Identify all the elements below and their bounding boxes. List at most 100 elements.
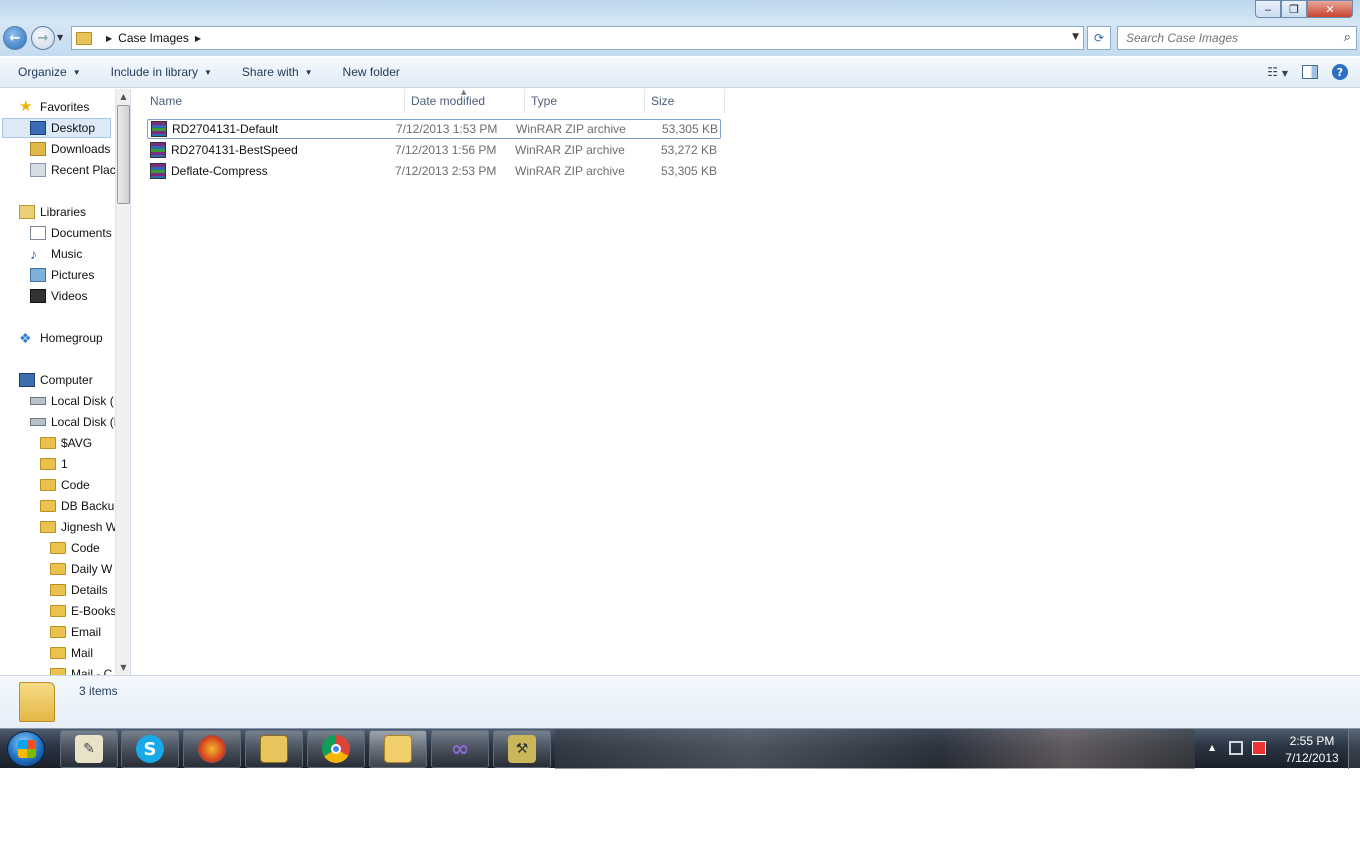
sidebar-subfolder[interactable]: Daily W <box>50 559 112 579</box>
taskbar-explorer[interactable] <box>369 730 427 768</box>
taskbar-sql-tool[interactable]: ⚒ <box>493 730 551 768</box>
organize-button[interactable]: Organize ▼ <box>0 65 93 79</box>
windows-logo-icon <box>18 740 36 758</box>
sql-tool-icon: ⚒ <box>508 735 536 763</box>
maximize-button[interactable]: ❐ <box>1281 0 1307 18</box>
sidebar-folder[interactable]: Code <box>40 475 90 495</box>
file-row[interactable]: RD2704131-BestSpeed 7/12/2013 1:56 PM Wi… <box>147 140 721 160</box>
address-bar[interactable]: ▶ Case Images ▶ ▼ <box>71 26 1084 50</box>
sidebar-folder[interactable]: Jignesh W <box>40 517 117 537</box>
start-button[interactable] <box>7 731 45 767</box>
sidebar-subfolder[interactable]: Details <box>50 580 108 600</box>
file-date: 7/12/2013 1:53 PM <box>396 122 498 136</box>
folder-icon <box>50 542 66 554</box>
sidebar-subfolder[interactable]: E-Books <box>50 601 116 621</box>
search-box[interactable]: ⌕ <box>1117 26 1357 50</box>
outlook-icon <box>260 735 288 763</box>
column-header-type[interactable]: Type <box>525 89 645 113</box>
taskbar-notepad[interactable]: ✎ <box>60 730 118 768</box>
share-with-label: Share with <box>241 65 299 79</box>
search-icon[interactable]: ⌕ <box>1344 30 1351 45</box>
sidebar-subfolder[interactable]: Code <box>50 538 100 558</box>
search-input[interactable] <box>1126 31 1326 45</box>
sidebar-item-homegroup[interactable]: ❖ Homegroup <box>19 328 103 348</box>
forward-button[interactable]: → <box>31 26 55 50</box>
documents-icon <box>30 226 46 240</box>
sidebar-item-label: Jignesh W <box>61 520 118 534</box>
sidebar-item-recent-places[interactable]: Recent Plac <box>30 160 116 180</box>
sidebar-item-label: Libraries <box>40 205 87 219</box>
close-button[interactable]: ✕ <box>1307 0 1353 18</box>
folder-icon <box>50 647 66 659</box>
breadcrumb-separator-icon[interactable]: ▶ <box>195 34 201 43</box>
sidebar-item-label: 1 <box>61 457 68 471</box>
file-row[interactable]: RD2704131-Default 7/12/2013 1:53 PM WinR… <box>147 119 721 139</box>
sidebar-item-documents[interactable]: Documents <box>30 223 112 243</box>
folder-icon <box>50 626 66 638</box>
sidebar-item-pictures[interactable]: Pictures <box>30 265 94 285</box>
sidebar-item-local-disk-d[interactable]: Local Disk (I <box>30 412 117 432</box>
help-icon: ? <box>1336 65 1344 79</box>
scroll-down-icon[interactable]: ▼ <box>116 660 130 675</box>
taskbar-chrome[interactable] <box>307 730 365 768</box>
taskbar-outlook[interactable] <box>245 730 303 768</box>
recent-pages-dropdown[interactable]: ▼ <box>57 33 63 42</box>
item-count: 3 items <box>79 684 118 698</box>
column-header-name[interactable]: Name <box>144 89 405 113</box>
libraries-icon <box>19 205 35 219</box>
sidebar-folder[interactable]: 1 <box>40 454 68 474</box>
column-header-size[interactable]: Size <box>645 89 725 113</box>
sidebar-folder[interactable]: $AVG <box>40 433 92 453</box>
network-icon[interactable] <box>1229 741 1243 755</box>
show-desktop-button[interactable] <box>1348 729 1360 769</box>
refresh-button[interactable]: ⟳ <box>1087 26 1111 50</box>
clock[interactable]: 2:55 PM 7/12/2013 <box>1277 733 1347 767</box>
breadcrumb-separator-icon[interactable]: ▶ <box>106 34 112 43</box>
taskbar-visual-studio[interactable]: ∞ <box>431 730 489 768</box>
sidebar-folder[interactable]: DB Backu <box>40 496 114 516</box>
sidebar-item-local-disk-c[interactable]: Local Disk ( <box>30 391 114 411</box>
change-view-button[interactable]: ☷ ▼ <box>1267 65 1288 79</box>
column-header-date-modified[interactable]: Date modified <box>405 89 525 113</box>
include-in-library-button[interactable]: Include in library ▼ <box>93 65 224 79</box>
sidebar-item-music[interactable]: ♪ Music <box>30 244 82 264</box>
pictures-icon <box>30 268 46 282</box>
preview-pane-button[interactable] <box>1302 65 1318 79</box>
sidebar-item-label: Documents <box>51 226 112 240</box>
chevron-down-icon: ▼ <box>304 67 313 77</box>
file-row[interactable]: Deflate-Compress 7/12/2013 2:53 PM WinRA… <box>147 161 721 181</box>
share-with-button[interactable]: Share with ▼ <box>224 65 325 79</box>
sidebar-item-label: Local Disk (I <box>51 415 118 429</box>
scroll-thumb[interactable] <box>117 105 130 204</box>
organize-label: Organize <box>18 65 67 79</box>
breadcrumb-case-images[interactable]: Case Images <box>118 31 189 45</box>
new-folder-button[interactable]: New folder <box>325 65 412 79</box>
nav-scrollbar[interactable]: ▲ ▼ <box>115 89 130 675</box>
show-hidden-icons-icon[interactable]: ▲ <box>1209 743 1215 752</box>
action-center-icon[interactable] <box>1252 741 1266 755</box>
sidebar-item-computer[interactable]: Computer <box>19 370 93 390</box>
back-button[interactable]: ← <box>3 26 27 50</box>
sidebar-item-favorites[interactable]: ★ Favorites <box>19 97 89 117</box>
sidebar-subfolder[interactable]: Mail <box>50 643 93 663</box>
videos-icon <box>30 289 46 303</box>
sidebar-item-videos[interactable]: Videos <box>30 286 87 306</box>
minimize-button[interactable]: ‒ <box>1255 0 1281 18</box>
file-list: Name ▲ Date modified Type Size RD2704131… <box>132 88 1360 675</box>
taskbar-firefox[interactable] <box>183 730 241 768</box>
sidebar-item-label: Videos <box>51 289 88 303</box>
sidebar-item-downloads[interactable]: Downloads <box>30 139 110 159</box>
sidebar-item-libraries[interactable]: Libraries <box>19 202 86 222</box>
sidebar-subfolder[interactable]: Mail - C <box>50 664 112 675</box>
sidebar-item-desktop[interactable]: Desktop <box>2 118 111 138</box>
help-button[interactable]: ? <box>1332 64 1348 80</box>
address-dropdown-icon[interactable]: ▼ <box>1072 32 1079 42</box>
folder-icon <box>40 437 56 449</box>
sidebar-subfolder[interactable]: Email <box>50 622 101 642</box>
recent-places-icon <box>30 163 46 177</box>
taskbar-skype[interactable]: S <box>121 730 179 768</box>
folder-icon <box>40 500 56 512</box>
computer-icon <box>19 373 35 387</box>
column-header-label: Date modified <box>411 94 486 108</box>
scroll-up-icon[interactable]: ▲ <box>116 89 130 104</box>
